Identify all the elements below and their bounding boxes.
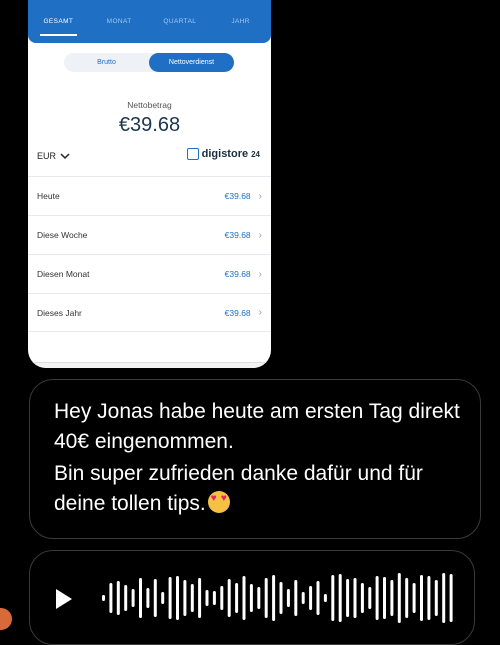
chevron-down-icon: [60, 152, 70, 159]
currency-select[interactable]: EUR: [37, 151, 70, 161]
voice-message[interactable]: [29, 550, 475, 645]
waveform-bar: [279, 582, 283, 614]
waveform-bar: [331, 575, 335, 621]
waveform-bar: [368, 587, 372, 609]
waveform-bar: [405, 578, 409, 618]
waveform-bar: [442, 573, 446, 623]
play-icon[interactable]: [56, 589, 72, 609]
waveform-bar: [249, 584, 253, 612]
waveform-bar: [309, 586, 313, 610]
row-amount: €39.68: [224, 307, 251, 318]
waveform-bar: [153, 579, 157, 617]
waveform-bar: [390, 580, 394, 616]
chevron-right-icon: ›: [258, 307, 262, 318]
waveform-bar: [212, 591, 216, 605]
heart-eyes-emoji-icon: [207, 491, 230, 513]
waveform-bar: [227, 579, 231, 617]
waveform-bar: [161, 592, 165, 604]
waveform: [102, 573, 453, 623]
waveform-bar: [146, 588, 150, 608]
net-amount-label: Nettobetrag: [127, 100, 172, 110]
list-item[interactable]: Dieses Jahr €39.68 ›: [28, 293, 271, 332]
period-tabs: GESAMT MONAT QUARTAL JAHR: [28, 0, 271, 43]
chevron-right-icon: ›: [258, 268, 262, 280]
logo-name: digistore: [201, 148, 249, 160]
list-item[interactable]: Diese Woche €39.68 ›: [28, 215, 271, 254]
toggle-nettoverdienst[interactable]: Nettoverdienst: [149, 53, 234, 72]
waveform-bar: [176, 576, 179, 620]
logo-suffix: 24: [251, 149, 260, 159]
waveform-bar: [190, 584, 194, 612]
tab-gesamt[interactable]: GESAMT: [28, 18, 89, 36]
chevron-right-icon: ›: [258, 229, 262, 241]
message-line-1: Hey Jonas habe heute am ersten Tag direk…: [54, 400, 460, 453]
list-item[interactable]: Heute €39.68 ›: [28, 176, 271, 215]
waveform-bar: [449, 574, 453, 622]
waveform-bar: [220, 586, 224, 610]
waveform-bar: [168, 577, 172, 619]
waveform-bar: [375, 576, 379, 620]
row-label: Diesen Monat: [37, 269, 90, 279]
waveform-bar: [235, 583, 239, 613]
waveform-bar: [242, 576, 246, 620]
waveform-bar: [316, 581, 320, 615]
waveform-bar: [198, 578, 202, 618]
waveform-bar: [257, 587, 261, 609]
chevron-right-icon: ›: [258, 190, 262, 202]
waveform-bar: [346, 579, 350, 617]
waveform-bar: [420, 575, 423, 621]
list-item[interactable]: Diesen Monat €39.68 ›: [28, 254, 271, 293]
toggle-brutto[interactable]: Brutto: [64, 53, 149, 72]
waveform-bar: [139, 578, 142, 618]
waveform-bar: [272, 575, 276, 621]
waveform-bar: [102, 595, 105, 601]
waveform-bar: [264, 578, 268, 618]
earnings-list: Heute €39.68 › Diese Woche €39.68 › Dies…: [28, 176, 271, 332]
waveform-bar: [183, 580, 187, 616]
digistore-logo-icon: [186, 148, 199, 160]
waveform-bar: [109, 583, 113, 613]
tab-jahr[interactable]: JAHR: [210, 18, 271, 25]
message-bubble[interactable]: Hey Jonas habe heute am ersten Tag direk…: [29, 379, 481, 539]
waveform-bar: [286, 589, 290, 607]
currency-label: EUR: [37, 151, 57, 161]
waveform-bar: [131, 589, 135, 607]
waveform-bar: [427, 576, 431, 620]
waveform-bar: [434, 580, 438, 616]
avatar[interactable]: [0, 608, 12, 630]
tab-monat[interactable]: MONAT: [89, 18, 150, 25]
row-amount: €39.68: [224, 230, 251, 240]
row-label: Dieses Jahr: [37, 307, 82, 318]
message-line-2: Bin super zufrieden danke dafür und für …: [54, 459, 474, 519]
waveform-bar: [294, 580, 298, 616]
waveform-bar: [338, 574, 342, 622]
waveform-bar: [353, 578, 357, 618]
waveform-bar: [360, 583, 364, 613]
waveform-bar: [397, 573, 401, 623]
waveform-bar: [383, 577, 386, 619]
row-label: Heute: [37, 191, 60, 201]
message-text: Hey Jonas habe heute am ersten Tag direk…: [54, 397, 474, 519]
row-amount: €39.68: [224, 269, 251, 279]
waveform-bar: [323, 594, 327, 602]
embedded-screenshot: GESAMT MONAT QUARTAL JAHR Brutto Nettove…: [28, 0, 271, 368]
waveform-bar: [116, 581, 120, 615]
net-amount-value: €39.68: [118, 114, 181, 136]
waveform-bar: [205, 590, 209, 606]
message-line-2-text: Bin super zufrieden danke dafür und für …: [54, 462, 423, 515]
revenue-toggle: Brutto Nettoverdienst: [64, 53, 234, 72]
digistore-logo: digistore 24: [186, 148, 260, 160]
row-amount: €39.68: [224, 191, 251, 201]
tab-quartal[interactable]: QUARTAL: [150, 18, 211, 25]
waveform-bar: [301, 592, 305, 604]
waveform-bar: [124, 585, 128, 611]
bottom-tab-bar: [28, 362, 271, 368]
row-label: Diese Woche: [37, 230, 88, 240]
waveform-bar: [412, 583, 416, 613]
